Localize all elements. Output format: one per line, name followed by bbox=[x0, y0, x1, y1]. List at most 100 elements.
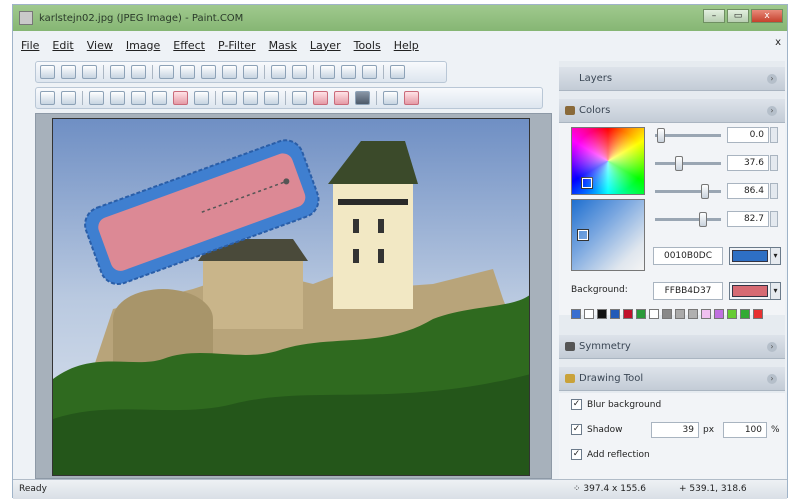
line-width-icon[interactable] bbox=[383, 91, 398, 105]
zoom-in-icon[interactable] bbox=[320, 65, 335, 79]
color-slider-value[interactable]: 37.6 bbox=[727, 155, 769, 171]
palette-swatch[interactable] bbox=[701, 309, 711, 319]
shadow-option[interactable]: ✓ Shadow bbox=[571, 424, 623, 435]
palette-swatch[interactable] bbox=[623, 309, 633, 319]
save-file-icon[interactable] bbox=[82, 65, 97, 79]
palette-swatch[interactable] bbox=[727, 309, 737, 319]
recolor-icon[interactable] bbox=[292, 91, 307, 105]
palette-swatch[interactable] bbox=[714, 309, 724, 319]
palette-swatch[interactable] bbox=[571, 309, 581, 319]
shadow-size-field[interactable]: 39 bbox=[651, 422, 699, 438]
color-wheel[interactable] bbox=[571, 127, 645, 195]
palette-swatch[interactable] bbox=[610, 309, 620, 319]
color-slider-value[interactable]: 86.4 bbox=[727, 183, 769, 199]
palette-swatch[interactable] bbox=[688, 309, 698, 319]
clone-stamp-icon[interactable] bbox=[222, 91, 237, 105]
maximize-button[interactable]: ▭ bbox=[727, 9, 749, 23]
menu-tools[interactable]: Tools bbox=[354, 39, 381, 52]
undo-icon[interactable] bbox=[271, 65, 286, 79]
menu-pfilter[interactable]: P-Filter bbox=[218, 39, 256, 52]
spin-button[interactable] bbox=[770, 155, 778, 171]
line-tool-icon[interactable] bbox=[152, 91, 167, 105]
collapse-icon[interactable]: › bbox=[767, 373, 777, 384]
color-wheel-marker[interactable] bbox=[582, 178, 592, 188]
spin-button[interactable] bbox=[770, 211, 778, 227]
palette-swatch[interactable] bbox=[662, 309, 672, 319]
chevron-down-icon[interactable]: ▾ bbox=[770, 283, 780, 299]
eyedropper-icon[interactable] bbox=[264, 91, 279, 105]
primary-hex-field[interactable]: 0010B0DC bbox=[653, 247, 723, 265]
color-slider-thumb[interactable] bbox=[701, 183, 709, 199]
color-slider-thumb[interactable] bbox=[699, 211, 707, 227]
palette-swatch[interactable] bbox=[584, 309, 594, 319]
copy-icon[interactable] bbox=[180, 65, 195, 79]
palette-swatch[interactable] bbox=[597, 309, 607, 319]
rectangle-tool-icon[interactable] bbox=[173, 91, 188, 105]
palette-swatch[interactable] bbox=[649, 309, 659, 319]
deselect-icon[interactable] bbox=[243, 65, 258, 79]
image-canvas[interactable] bbox=[52, 118, 530, 476]
menu-view[interactable]: View bbox=[87, 39, 113, 52]
paste-icon[interactable] bbox=[201, 65, 216, 79]
color-slider-thumb[interactable] bbox=[657, 127, 665, 143]
magic-wand-icon[interactable] bbox=[40, 91, 55, 105]
palette-swatch[interactable] bbox=[753, 309, 763, 319]
brush-tool-icon[interactable] bbox=[110, 91, 125, 105]
collapse-icon[interactable]: › bbox=[767, 341, 777, 352]
minimize-button[interactable]: – bbox=[703, 9, 725, 23]
saturation-square[interactable] bbox=[571, 199, 645, 271]
menu-edit[interactable]: Edit bbox=[52, 39, 73, 52]
add-reflection-option[interactable]: ✓ Add reflection bbox=[571, 449, 650, 460]
blur-background-option[interactable]: ✓ Blur background bbox=[571, 399, 661, 410]
zoom-out-icon[interactable] bbox=[341, 65, 356, 79]
color-slider-value[interactable]: 0.0 bbox=[727, 127, 769, 143]
menu-image[interactable]: Image bbox=[126, 39, 160, 52]
palette-swatch[interactable] bbox=[740, 309, 750, 319]
redo-icon[interactable] bbox=[292, 65, 307, 79]
cut-icon[interactable] bbox=[159, 65, 174, 79]
layers-panel-header[interactable]: Layers › bbox=[559, 67, 785, 91]
pan-tool-icon[interactable] bbox=[334, 91, 349, 105]
color-slider-thumb[interactable] bbox=[675, 155, 683, 171]
spin-button[interactable] bbox=[770, 127, 778, 143]
background-hex-field[interactable]: FFBB4D37 bbox=[653, 282, 723, 300]
pencil-tool-icon[interactable] bbox=[131, 91, 146, 105]
scan-icon[interactable] bbox=[131, 65, 146, 79]
add-reflection-checkbox[interactable]: ✓ bbox=[571, 449, 582, 460]
menu-file[interactable]: File bbox=[21, 39, 39, 52]
primary-color-button[interactable]: ▾ bbox=[729, 247, 781, 265]
crop-icon[interactable] bbox=[222, 65, 237, 79]
open-file-icon[interactable] bbox=[61, 65, 76, 79]
menu-help[interactable]: Help bbox=[394, 39, 419, 52]
hand-tool-icon[interactable] bbox=[313, 91, 328, 105]
document-close-icon[interactable]: x bbox=[775, 37, 781, 48]
palette-swatch[interactable] bbox=[675, 309, 685, 319]
blur-background-checkbox[interactable]: ✓ bbox=[571, 399, 582, 410]
colors-panel-header[interactable]: Colors › bbox=[559, 99, 785, 123]
print-icon[interactable] bbox=[110, 65, 125, 79]
symmetry-panel-header[interactable]: Symmetry › bbox=[559, 335, 785, 359]
move-selection-icon[interactable] bbox=[61, 91, 76, 105]
shadow-checkbox[interactable]: ✓ bbox=[571, 424, 582, 435]
menu-mask[interactable]: Mask bbox=[269, 39, 297, 52]
new-file-icon[interactable] bbox=[40, 65, 55, 79]
close-button[interactable]: x bbox=[751, 9, 783, 23]
text-tool-icon[interactable] bbox=[89, 91, 104, 105]
palette-swatch[interactable] bbox=[636, 309, 646, 319]
shape-dropdown-icon[interactable] bbox=[194, 91, 209, 105]
chevron-down-icon[interactable]: ▾ bbox=[770, 248, 780, 264]
rotate-icon[interactable] bbox=[362, 65, 377, 79]
shadow-opacity-field[interactable]: 100 bbox=[723, 422, 767, 438]
color-slider-value[interactable]: 82.7 bbox=[727, 211, 769, 227]
background-color-button[interactable]: ▾ bbox=[729, 282, 781, 300]
collapse-icon[interactable]: › bbox=[767, 105, 777, 116]
fill-bucket-icon[interactable] bbox=[243, 91, 258, 105]
draw-pen-icon[interactable] bbox=[404, 91, 419, 105]
spin-button[interactable] bbox=[770, 183, 778, 199]
menu-layer[interactable]: Layer bbox=[310, 39, 341, 52]
settings-icon[interactable] bbox=[390, 65, 405, 79]
gradient-tool-icon[interactable] bbox=[355, 91, 370, 105]
drawing-tool-panel-header[interactable]: Drawing Tool › bbox=[559, 367, 785, 391]
canvas-workspace[interactable] bbox=[35, 113, 552, 479]
saturation-marker[interactable] bbox=[578, 230, 588, 240]
